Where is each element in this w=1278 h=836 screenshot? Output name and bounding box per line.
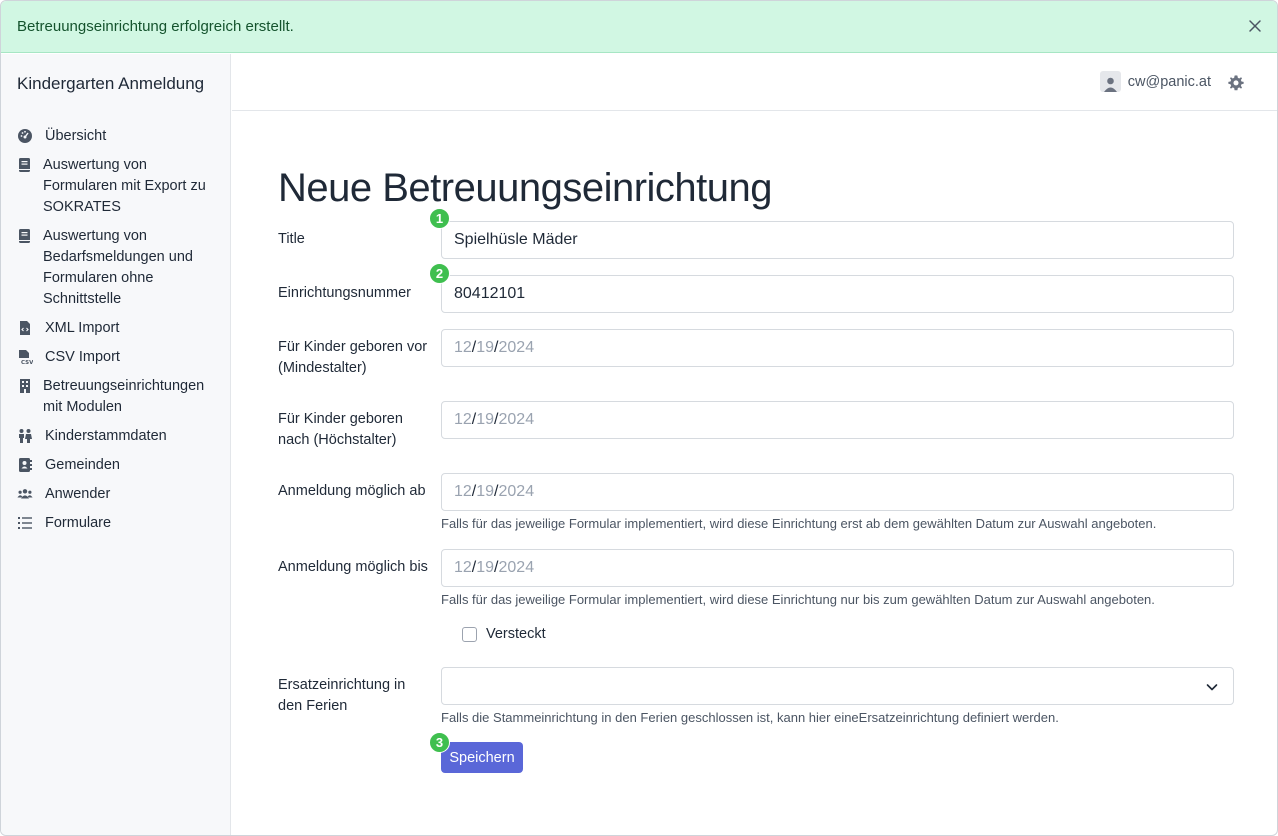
sidebar-item-label: CSV Import bbox=[45, 349, 120, 365]
csv-file-icon: CSV bbox=[19, 350, 33, 365]
substitute-select[interactable] bbox=[441, 667, 1234, 705]
reg-until-label: Anmeldung möglich bis bbox=[278, 559, 428, 575]
number-value: 80412101 bbox=[454, 285, 526, 302]
date-year: 2024 bbox=[498, 483, 535, 500]
date-day: 19 bbox=[476, 411, 495, 428]
success-alert: Betreuungseinrichtung erfolgreich erstel… bbox=[1, 1, 1277, 53]
sidebar-item-label: Gemeinden bbox=[45, 457, 120, 473]
svg-text:CSV: CSV bbox=[21, 360, 33, 365]
step-marker-1: 1 bbox=[429, 208, 450, 229]
date-month: 12 bbox=[454, 411, 472, 428]
sidebar-item-xml-import[interactable]: XML Import bbox=[17, 318, 217, 339]
min-age-date-input[interactable]: 12/19/2024 bbox=[441, 329, 1234, 367]
step-marker-3: 3 bbox=[429, 732, 450, 753]
top-bar: cw@panic.at bbox=[232, 54, 1277, 111]
reg-from-label: Anmeldung möglich ab bbox=[278, 483, 426, 499]
sidebar-item-label: Anwender bbox=[45, 486, 111, 502]
sidebar: Kindergarten Anmeldung Übersicht Auswert… bbox=[1, 54, 231, 835]
max-age-label: Für Kinder geboren nach (Höchstalter) bbox=[278, 411, 403, 448]
date-month: 12 bbox=[454, 483, 472, 500]
sidebar-item-label: Formulare bbox=[45, 515, 112, 531]
number-input[interactable]: 80412101 bbox=[441, 275, 1234, 313]
user-menu[interactable]: cw@panic.at bbox=[1099, 71, 1211, 92]
sidebar-item-label: Kinderstammdaten bbox=[45, 428, 167, 444]
sidebar-item-kinderstammdaten[interactable]: Kinderstammdaten bbox=[17, 426, 217, 447]
brand-title[interactable]: Kindergarten Anmeldung bbox=[17, 74, 204, 94]
title-value: Spielhüsle Mäder bbox=[454, 231, 578, 248]
date-day: 19 bbox=[476, 339, 495, 356]
reg-from-help: Falls für das jeweilige Formular impleme… bbox=[441, 516, 1157, 531]
alert-message: Betreuungseinrichtung erfolgreich erstel… bbox=[17, 18, 294, 35]
sidebar-item-betreuungseinrichtungen[interactable]: Betreuungseinrichtungen mit Modulen bbox=[17, 376, 217, 418]
book-icon bbox=[19, 158, 30, 172]
hidden-checkbox-label: Versteckt bbox=[486, 626, 546, 642]
min-age-label: Für Kinder geboren vor (Mindestalter) bbox=[278, 339, 428, 376]
max-age-date-input[interactable]: 12/19/2024 bbox=[441, 401, 1234, 439]
date-day: 19 bbox=[476, 559, 495, 576]
title-input[interactable]: Spielhüsle Mäder bbox=[441, 221, 1234, 259]
app-window: Betreuungseinrichtung erfolgreich erstel… bbox=[0, 0, 1278, 836]
chevron-down-icon bbox=[1206, 684, 1218, 691]
reg-from-date-input[interactable]: 12/19/2024 bbox=[441, 473, 1234, 511]
page-title: Neue Betreuungseinrichtung bbox=[278, 166, 773, 210]
gear-icon[interactable] bbox=[1227, 74, 1245, 92]
sidebar-nav: Übersicht Auswertung von Formularen mit … bbox=[17, 126, 217, 542]
address-book-icon bbox=[19, 458, 32, 472]
sidebar-item-label: XML Import bbox=[45, 320, 120, 336]
user-icon bbox=[1103, 77, 1117, 92]
sidebar-item-label: Auswertung von Bedarfsmeldungen und Form… bbox=[43, 228, 193, 307]
date-year: 2024 bbox=[498, 339, 535, 356]
title-label: Title bbox=[278, 231, 305, 247]
number-label: Einrichtungsnummer bbox=[278, 285, 411, 301]
sidebar-item-label: Betreuungseinrichtungen mit Modulen bbox=[43, 378, 205, 415]
list-icon bbox=[18, 517, 32, 529]
book-icon bbox=[19, 229, 30, 243]
hidden-checkbox[interactable] bbox=[462, 626, 477, 642]
building-icon bbox=[20, 379, 30, 393]
sidebar-item-label: Auswertung von Formularen mit Export zu … bbox=[43, 157, 206, 215]
sidebar-item-anwender[interactable]: Anwender bbox=[17, 484, 217, 505]
sidebar-item-gemeinden[interactable]: Gemeinden bbox=[17, 455, 217, 476]
user-email: cw@panic.at bbox=[1127, 73, 1211, 90]
substitute-label: Ersatzeinrichtung in den Ferien bbox=[278, 677, 406, 714]
xml-file-icon bbox=[20, 321, 30, 335]
reg-until-date-input[interactable]: 12/19/2024 bbox=[441, 549, 1234, 587]
sidebar-item-auswertung-bedarfsmeldungen[interactable]: Auswertung von Bedarfsmeldungen und Form… bbox=[17, 226, 217, 310]
date-month: 12 bbox=[454, 339, 472, 356]
sidebar-item-label: Übersicht bbox=[45, 128, 107, 144]
sidebar-item-auswertung-sokrates[interactable]: Auswertung von Formularen mit Export zu … bbox=[17, 155, 217, 218]
users-icon bbox=[17, 489, 33, 499]
step-marker-2: 2 bbox=[429, 263, 450, 284]
dashboard-icon bbox=[18, 129, 32, 143]
close-icon[interactable] bbox=[1245, 16, 1265, 36]
date-month: 12 bbox=[454, 559, 472, 576]
date-year: 2024 bbox=[498, 411, 535, 428]
save-button[interactable]: Speichern bbox=[441, 742, 523, 773]
date-year: 2024 bbox=[498, 559, 535, 576]
avatar bbox=[1099, 71, 1121, 92]
hidden-checkbox-row[interactable]: Versteckt bbox=[462, 626, 546, 642]
substitute-help: Falls die Stammeinrichtung in den Ferien… bbox=[441, 710, 1059, 725]
sidebar-item-uebersicht[interactable]: Übersicht bbox=[17, 126, 217, 147]
reg-until-help: Falls für das jeweilige Formular impleme… bbox=[441, 592, 1155, 607]
sidebar-item-formulare[interactable]: Formulare bbox=[17, 513, 217, 534]
children-icon bbox=[19, 429, 32, 443]
date-day: 19 bbox=[476, 483, 495, 500]
sidebar-item-csv-import[interactable]: CSV CSV Import bbox=[17, 347, 217, 368]
